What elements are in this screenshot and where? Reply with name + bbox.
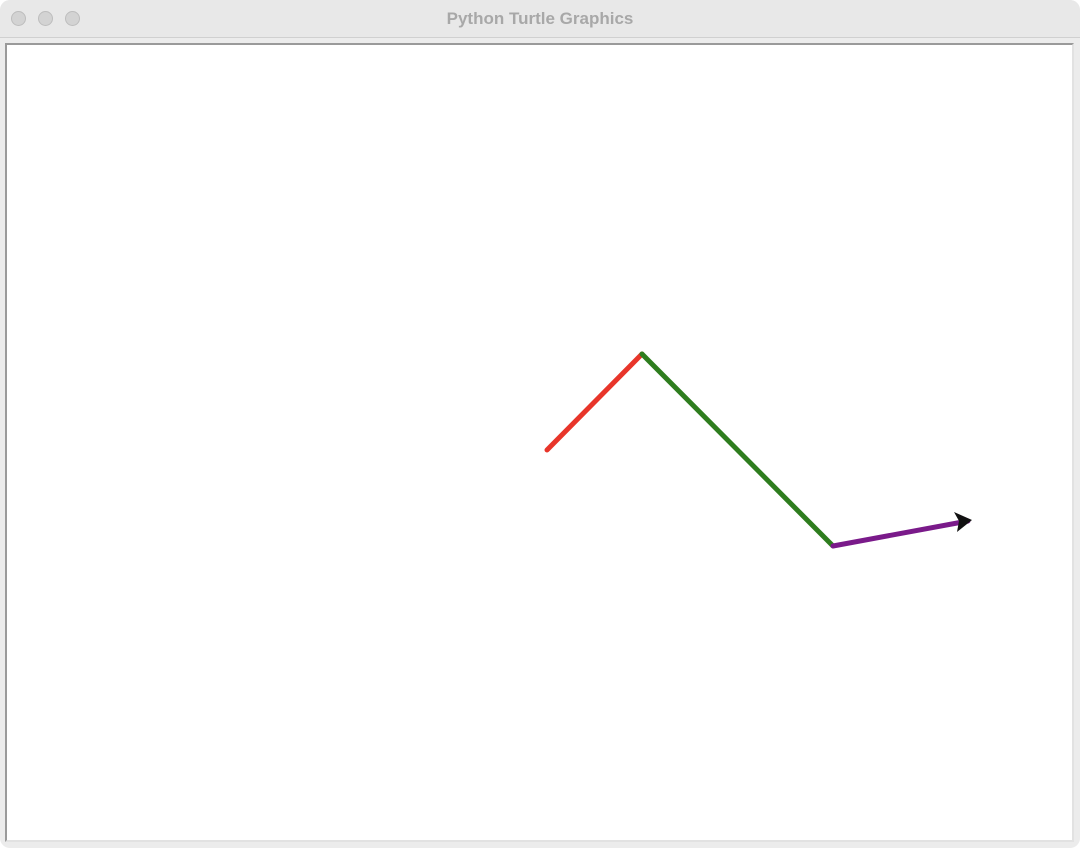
green-segment: [639, 351, 836, 549]
title-bar[interactable]: Python Turtle Graphics: [0, 0, 1080, 38]
drawing-surface: [544, 351, 972, 549]
turtle-window: Python Turtle Graphics: [0, 0, 1080, 848]
purple-segment: [830, 518, 971, 549]
red-segment: [544, 351, 645, 453]
turtle-canvas[interactable]: [5, 43, 1074, 842]
window-title: Python Turtle Graphics: [446, 9, 634, 28]
